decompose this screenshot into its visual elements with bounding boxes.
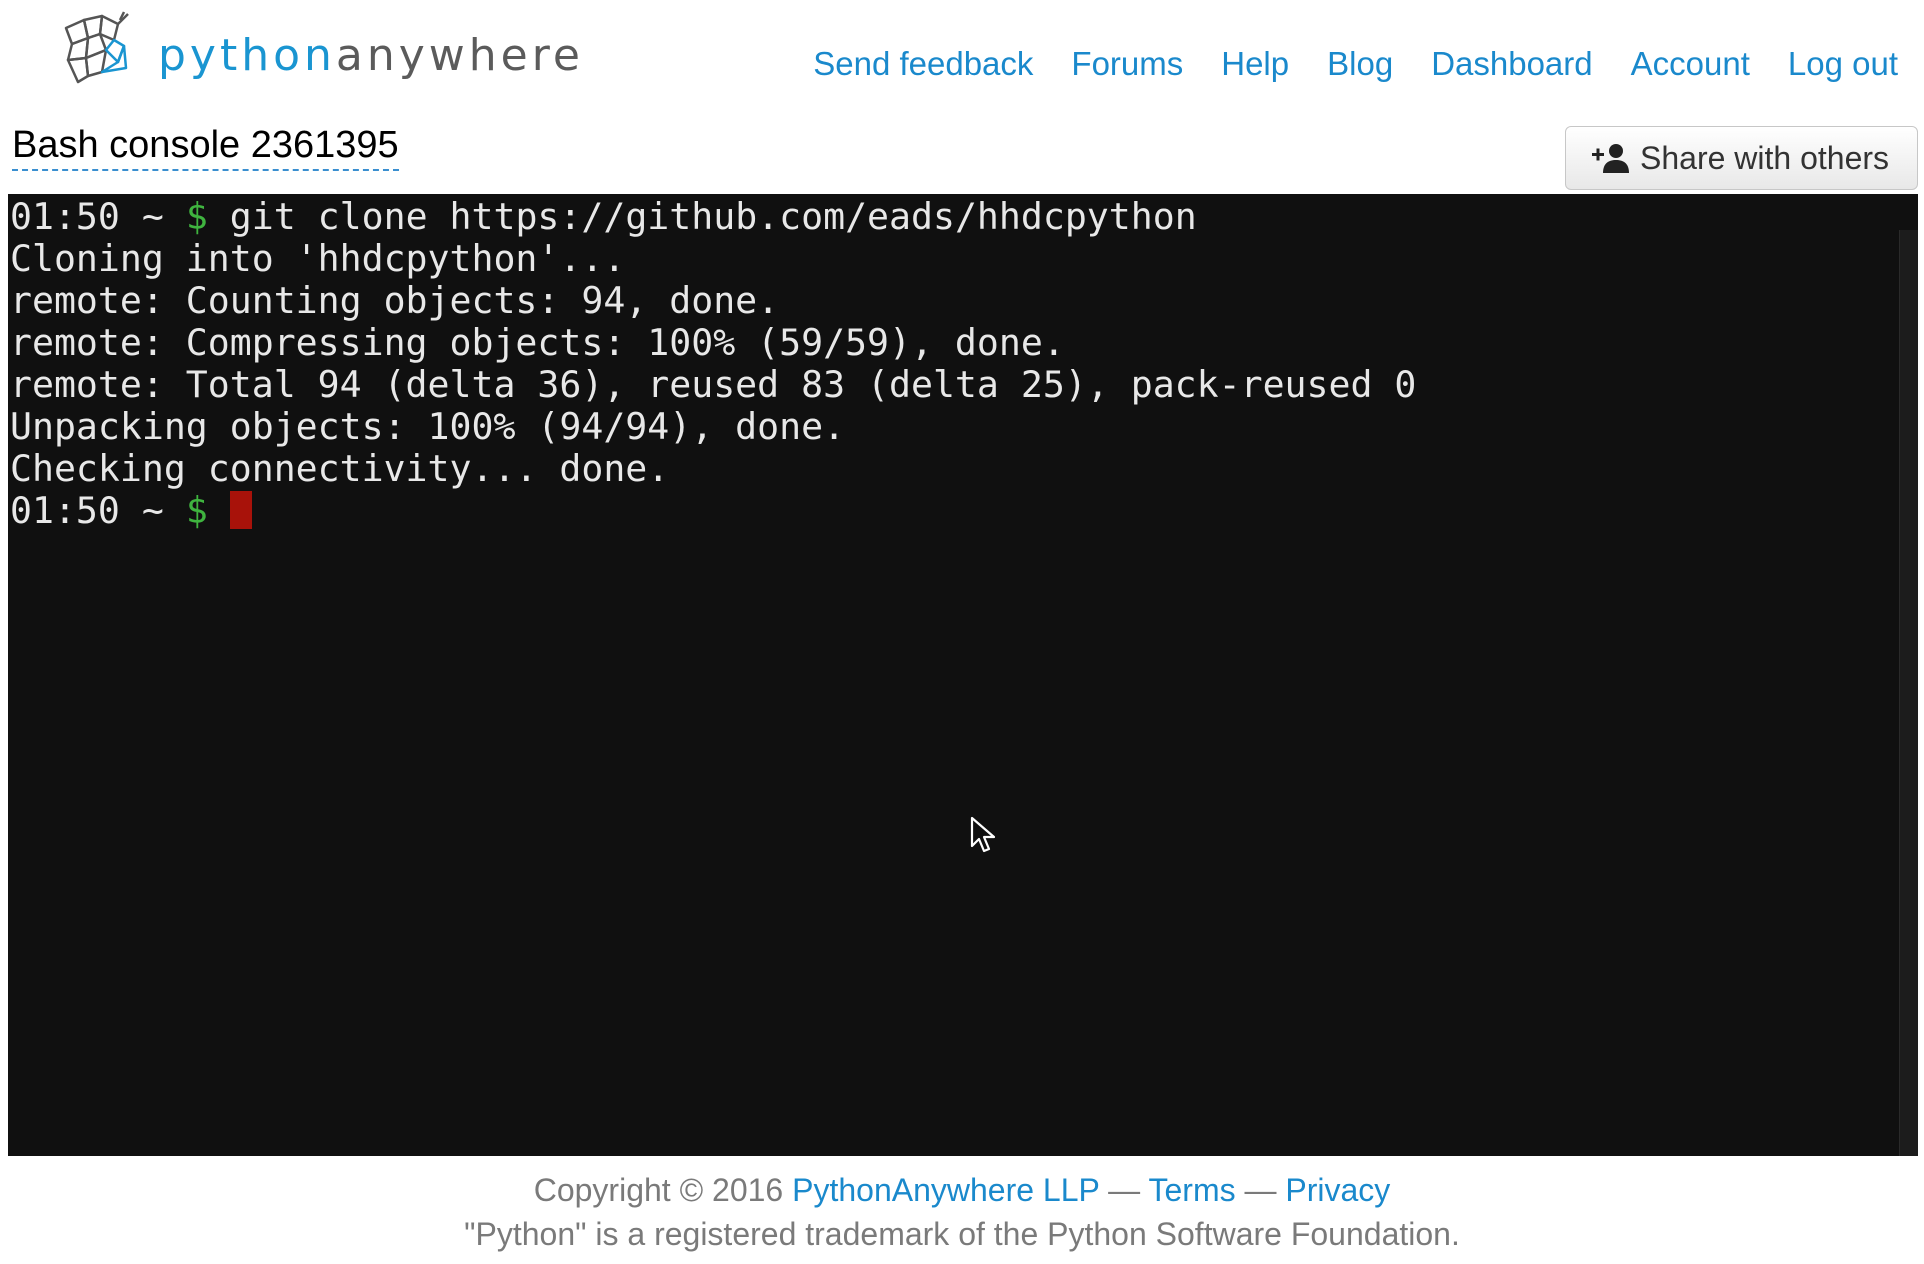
terminal-input-line[interactable]: 01:50 ~ $ — [10, 490, 1918, 532]
nav-send-feedback[interactable]: Send feedback — [813, 40, 1033, 88]
nav-dashboard[interactable]: Dashboard — [1431, 40, 1592, 88]
terminal-command-line: 01:50 ~ $ git clone https://github.com/e… — [10, 196, 1918, 238]
terminal-prompt: 01:50 ~ — [10, 195, 186, 238]
nav-account[interactable]: Account — [1631, 40, 1750, 88]
terminal-output-line: remote: Counting objects: 94, done. — [10, 279, 780, 322]
page: pythonanywhere Send feedback Forums Help… — [0, 0, 1924, 1264]
nav-log-out[interactable]: Log out — [1788, 40, 1898, 88]
nav-forums[interactable]: Forums — [1071, 40, 1183, 88]
terminal-scrollbar[interactable] — [1899, 230, 1918, 1156]
terminal-output-line: Unpacking objects: 100% (94/94), done. — [10, 405, 846, 448]
add-user-icon — [1592, 144, 1629, 173]
logo-wordmark: pythonanywhere — [158, 30, 584, 82]
top-nav: Send feedback Forums Help Blog Dashboard… — [813, 40, 1898, 88]
footer-copyright-line: Copyright © 2016 PythonAnywhere LLP — Te… — [0, 1168, 1924, 1212]
share-button-label: Share with others — [1640, 139, 1890, 176]
logo-text-anywhere: anywhere — [335, 30, 584, 81]
terminal-command: git clone https://github.com/eads/hhdcpy… — [207, 195, 1197, 238]
pythonanywhere-logo[interactable]: pythonanywhere — [58, 10, 598, 90]
mouse-pointer-icon — [970, 816, 996, 853]
console-title[interactable]: Bash console 2361395 — [12, 122, 399, 171]
logo-snake-icon — [64, 11, 129, 84]
terminal-prompt-dollar: $ — [185, 489, 208, 532]
nav-blog[interactable]: Blog — [1327, 40, 1393, 88]
terminal-output-line: remote: Total 94 (delta 36), reused 83 (… — [10, 363, 1417, 406]
terminal-prompt: 01:50 ~ — [10, 489, 186, 532]
footer-privacy-link[interactable]: Privacy — [1285, 1172, 1390, 1208]
footer-trademark: "Python" is a registered trademark of th… — [464, 1216, 1460, 1252]
footer-terms-link[interactable]: Terms — [1148, 1172, 1235, 1208]
terminal-output-line: Cloning into 'hhdcpython'... — [10, 237, 626, 280]
footer-separator: — — [1235, 1172, 1286, 1208]
header: pythonanywhere Send feedback Forums Help… — [0, 0, 1924, 115]
footer-company-link[interactable]: PythonAnywhere LLP — [792, 1172, 1099, 1208]
share-with-others-button[interactable]: Share with others — [1565, 126, 1918, 190]
terminal-prompt-dollar: $ — [185, 195, 208, 238]
logo-text-python: python — [158, 30, 336, 81]
footer-copyright: Copyright © 2016 — [533, 1172, 793, 1208]
terminal-output-line: Checking connectivity... done. — [10, 447, 670, 490]
footer-separator: — — [1099, 1172, 1149, 1208]
terminal-cursor — [229, 491, 252, 529]
terminal-output-line: remote: Compressing objects: 100% (59/59… — [10, 321, 1065, 364]
footer: Copyright © 2016 PythonAnywhere LLP — Te… — [0, 1168, 1924, 1256]
nav-help[interactable]: Help — [1221, 40, 1289, 88]
bash-terminal[interactable]: 01:50 ~ $ git clone https://github.com/e… — [8, 194, 1918, 1156]
